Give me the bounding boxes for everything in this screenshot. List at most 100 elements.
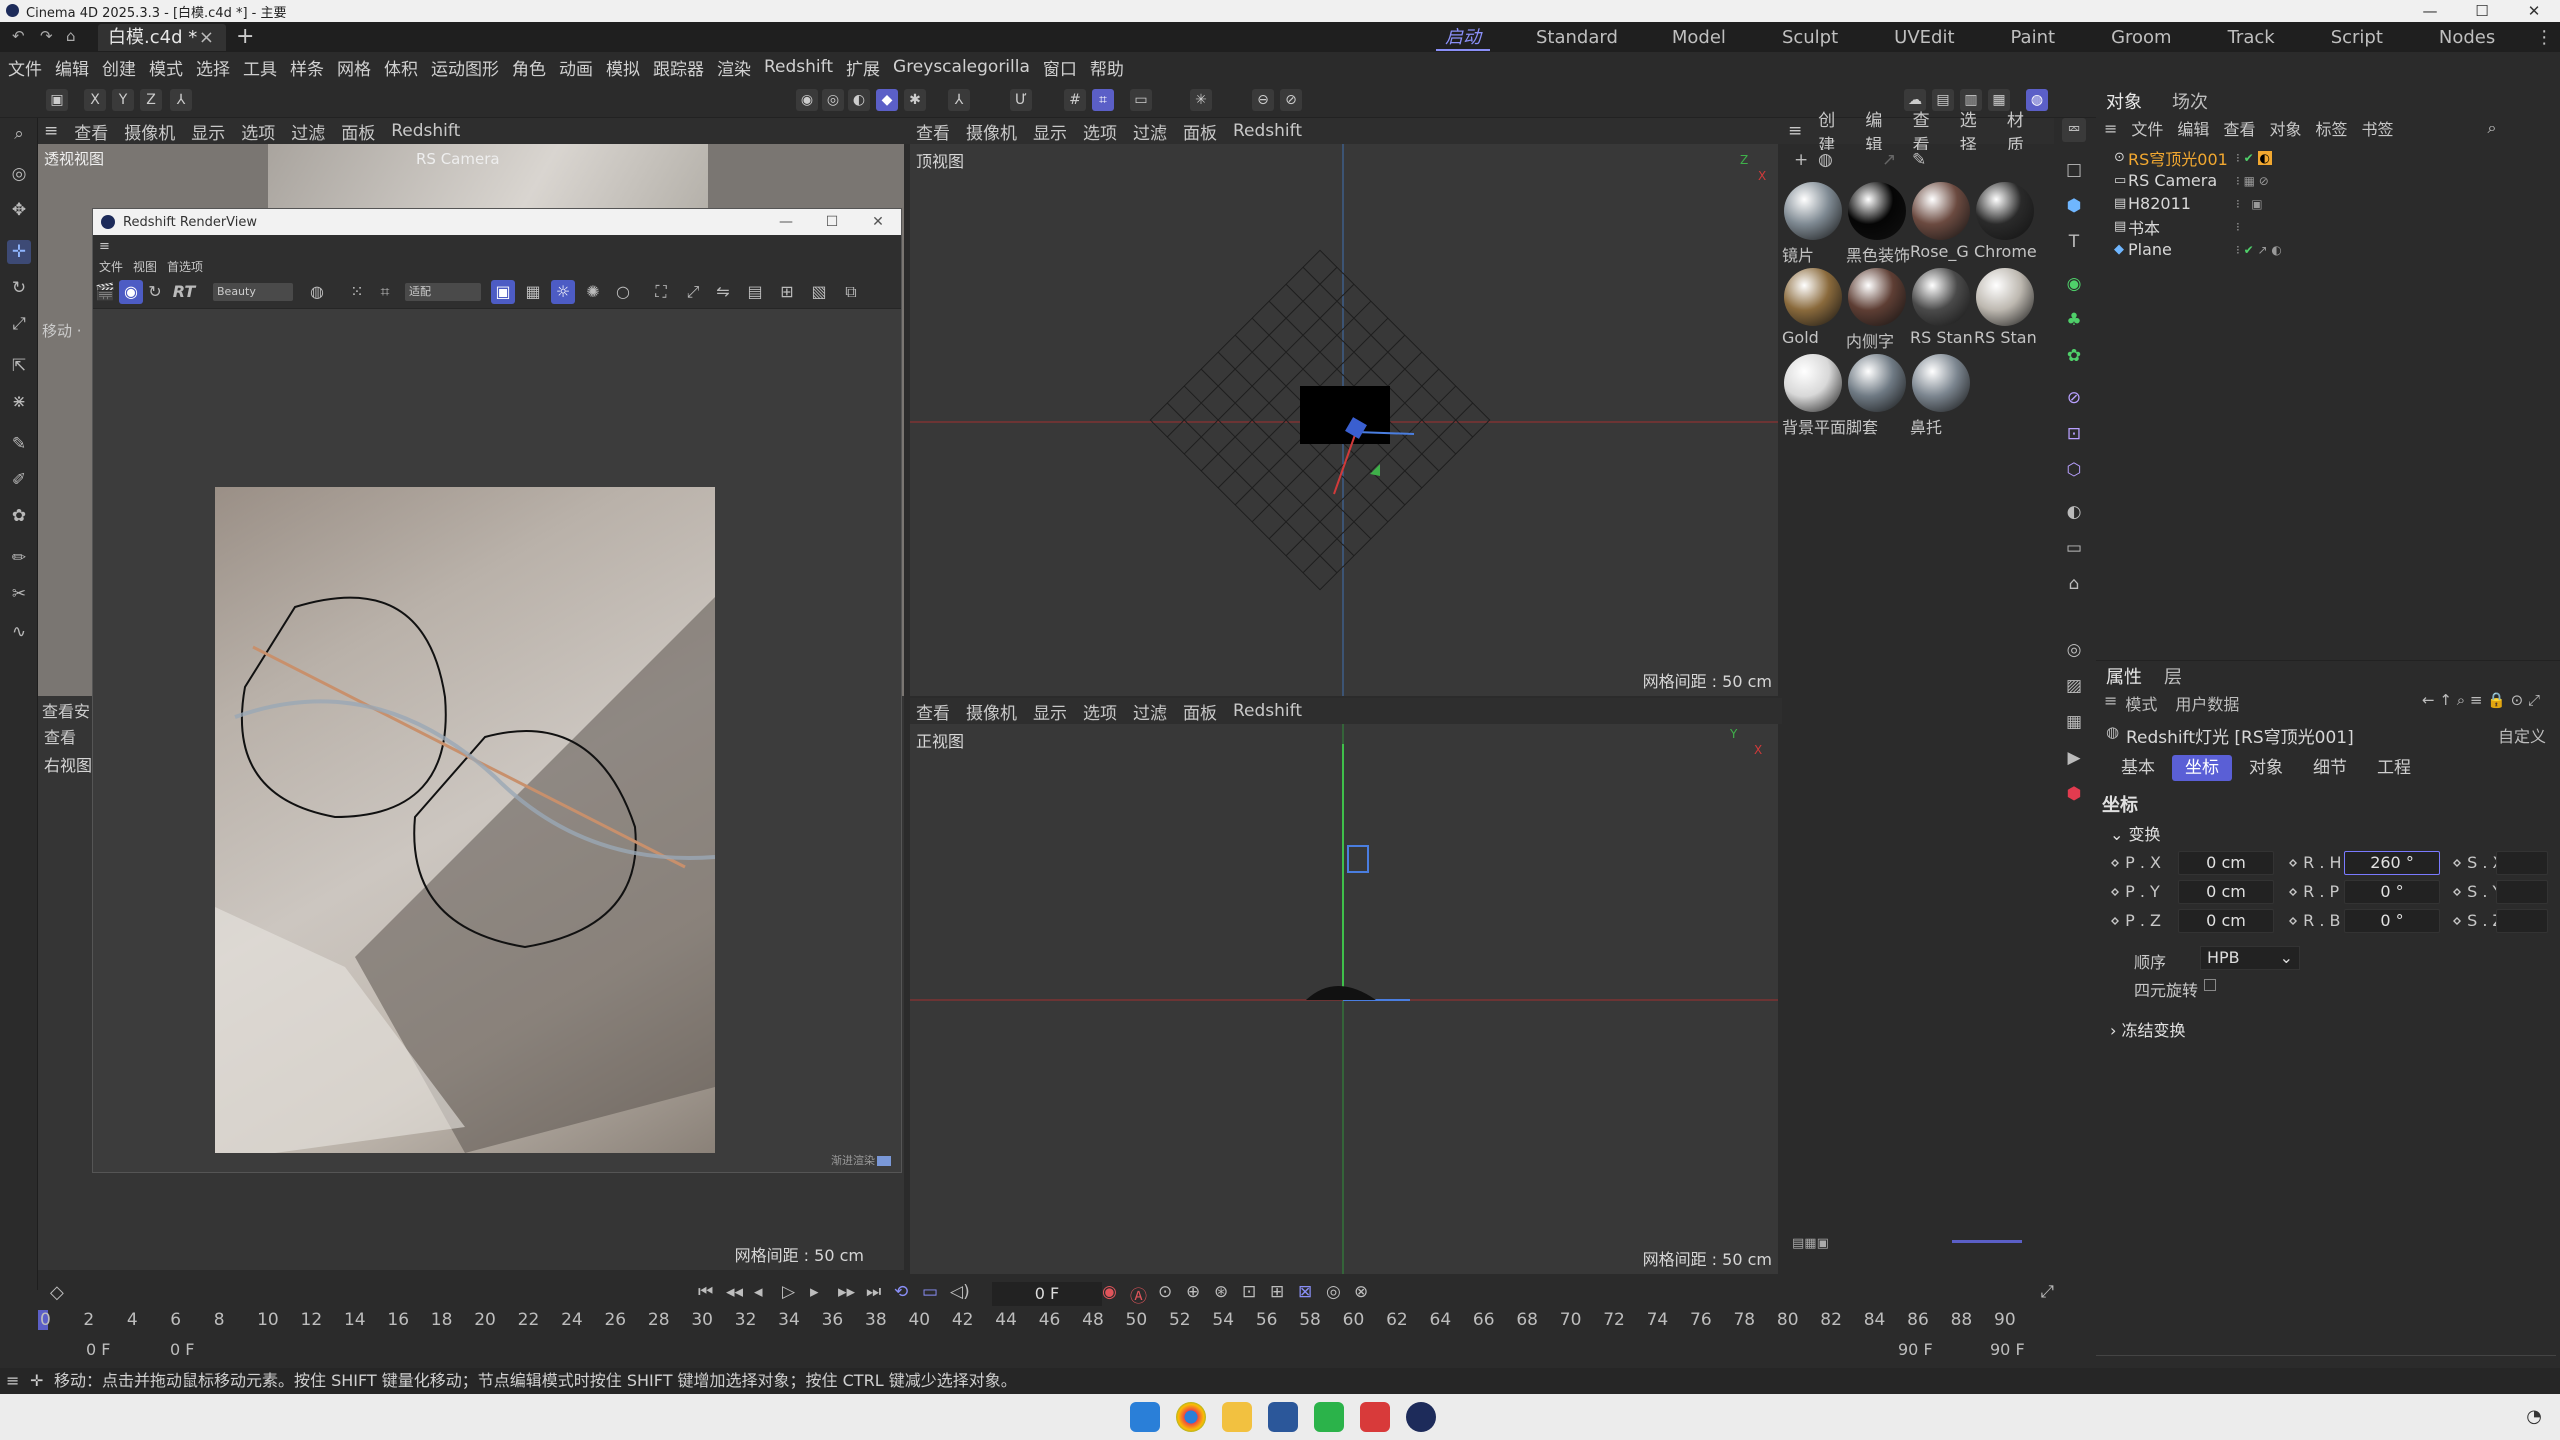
subtab-basic[interactable]: 基本: [2108, 755, 2168, 781]
search-icon[interactable]: ⌕: [7, 122, 31, 146]
rh-field[interactable]: 260 °: [2344, 851, 2440, 875]
vp-menu-filter[interactable]: 过滤: [291, 119, 325, 144]
vp-menu-view[interactable]: 查看: [74, 119, 108, 144]
text-icon[interactable]: T: [2062, 230, 2086, 254]
pla-key-icon[interactable]: ⊠: [1298, 1282, 1326, 1307]
timeline-preview-end-field[interactable]: 90 F: [1898, 1340, 1933, 1359]
om-hamburger-icon[interactable]: ≡: [2104, 119, 2117, 138]
menu-file[interactable]: 文件: [8, 55, 42, 80]
workplane-icon[interactable]: ⌗: [1092, 89, 1114, 111]
visibility-dots-icon[interactable]: ⁝ ▣: [2236, 197, 2263, 211]
top-vp-menu-filter[interactable]: 过滤: [1133, 119, 1167, 144]
autokey-icon[interactable]: Ⓐ: [1130, 1282, 1158, 1307]
material-swatch[interactable]: 黑色装饰: [1846, 182, 1910, 265]
top-vp-menu-camera[interactable]: 摄像机: [966, 119, 1017, 144]
status-menu-icon[interactable]: ≡: [6, 1368, 19, 1394]
front-vp-menu-filter[interactable]: 过滤: [1133, 699, 1167, 724]
menu-animate[interactable]: 动画: [559, 55, 593, 80]
material-swatch[interactable]: 脚套: [1846, 354, 1910, 437]
py-field[interactable]: 0 cm: [2178, 880, 2274, 904]
front-vp-menu-options[interactable]: 选项: [1083, 699, 1117, 724]
sound-icon[interactable]: ◁): [950, 1282, 978, 1302]
menu-mode[interactable]: 模式: [149, 55, 183, 80]
menu-simulate[interactable]: 模拟: [606, 55, 640, 80]
subtab-details[interactable]: 细节: [2300, 755, 2360, 781]
menu-redshift[interactable]: Redshift: [764, 57, 833, 77]
material-swatch[interactable]: Gold: [1782, 268, 1846, 350]
play-icon[interactable]: ▶: [2062, 746, 2086, 770]
magnet-icon[interactable]: Ư: [1010, 89, 1032, 111]
rot-key-icon[interactable]: ⊛: [1214, 1282, 1242, 1307]
points-mode-icon[interactable]: ◉: [796, 89, 818, 111]
copy-icon[interactable]: ⧉: [839, 280, 863, 304]
model-mode-icon[interactable]: ◆: [876, 89, 898, 111]
more-icon[interactable]: ⋮: [2535, 27, 2553, 48]
tab-layers[interactable]: 层: [2164, 663, 2182, 689]
quaternion-checkbox[interactable]: [2204, 979, 2216, 991]
top-vp-menu-options[interactable]: 选项: [1083, 119, 1117, 144]
sculpt-obj-icon[interactable]: ◎: [2062, 638, 2086, 662]
grid-icon[interactable]: #: [1064, 89, 1086, 111]
am-menu-mode[interactable]: 模式: [2125, 691, 2157, 715]
material-swatch[interactable]: 镜片: [1782, 182, 1846, 265]
exposure-icon[interactable]: ✺: [581, 280, 605, 304]
menu-render[interactable]: 渲染: [717, 55, 751, 80]
menu-spline[interactable]: 样条: [290, 55, 324, 80]
maximize-button[interactable]: ☐: [2456, 0, 2508, 22]
material-swatch[interactable]: 背景平面: [1782, 354, 1846, 437]
om-menu-bookmarks[interactable]: 书签: [2361, 116, 2393, 140]
edges-mode-icon[interactable]: ◎: [822, 89, 844, 111]
axis-tool-icon[interactable]: ⇱: [7, 354, 31, 378]
top-vp-menu-redshift[interactable]: Redshift: [1233, 121, 1302, 141]
word-icon[interactable]: [1268, 1402, 1298, 1432]
axis-y-button[interactable]: Y: [112, 89, 134, 111]
live-select-icon[interactable]: ◎: [7, 162, 31, 186]
object-row[interactable]: ⊙ RS穹顶光001 ⁝ ✔ ◐: [2096, 146, 2560, 169]
record-icon[interactable]: ◉: [1102, 1282, 1130, 1307]
brush-tool-icon[interactable]: ✐: [7, 468, 31, 492]
light-obj-icon[interactable]: ⌂: [2062, 572, 2086, 596]
renderview-titlebar[interactable]: Redshift RenderView — ☐ ✕: [93, 209, 901, 235]
polygons-mode-icon[interactable]: ◐: [848, 89, 870, 111]
sun-icon[interactable]: ☼: [551, 280, 575, 304]
refresh-icon[interactable]: ↻: [143, 280, 167, 304]
material-swatch[interactable]: Rose_G: [1910, 182, 1974, 264]
sz-field[interactable]: [2496, 909, 2548, 933]
pen-tool-icon[interactable]: ✎: [7, 432, 31, 456]
paint-tool-icon[interactable]: ✏: [7, 546, 31, 570]
scale-key-icon[interactable]: ⊡: [1242, 1282, 1270, 1307]
front-vp-menu-redshift[interactable]: Redshift: [1233, 701, 1302, 721]
front-vp-menu-view[interactable]: 查看: [916, 699, 950, 724]
front-viewport[interactable]: 正视图 Y X 网格间距 : 50 cm: [910, 724, 1778, 1274]
pos-key-icon[interactable]: ⊕: [1186, 1282, 1214, 1307]
menu-character[interactable]: 角色: [512, 55, 546, 80]
menu-tools[interactable]: 工具: [243, 55, 277, 80]
redshift-icon[interactable]: ⬢: [2062, 782, 2086, 806]
om-menu-edit[interactable]: 编辑: [2177, 116, 2209, 140]
mat-menu-view[interactable]: 查看: [1913, 106, 1944, 156]
spline-tool-icon[interactable]: ∿: [7, 620, 31, 644]
object-row[interactable]: ▭ RS Camera ⁝ ▦ ⊘: [2096, 169, 2560, 192]
next-frame-icon[interactable]: ▸: [810, 1282, 838, 1302]
rp-field[interactable]: 0 °: [2344, 880, 2440, 904]
layout-tab-paint[interactable]: Paint: [2011, 27, 2056, 48]
cloner-icon[interactable]: ♣: [2062, 308, 2086, 332]
timeline-preview-start-field[interactable]: 0 F: [170, 1340, 194, 1359]
mat-menu-edit[interactable]: 编辑: [1865, 106, 1896, 156]
display-icon[interactable]: ◍: [305, 280, 329, 304]
rotate-tool-icon[interactable]: ↻: [7, 276, 31, 300]
om-search-icon[interactable]: ⌕: [2488, 118, 2497, 138]
material-hamburger-icon[interactable]: ≡: [1788, 121, 1802, 141]
material-swatch[interactable]: 内侧字: [1846, 268, 1910, 351]
capcut-icon[interactable]: [1360, 1402, 1390, 1432]
om-menu-file[interactable]: 文件: [2131, 116, 2163, 140]
generator-icon[interactable]: ◉: [2062, 272, 2086, 296]
rt-toggle[interactable]: RT: [169, 280, 199, 304]
mat-menu-create[interactable]: 创建: [1818, 106, 1849, 156]
visibility-dots-icon[interactable]: ⁝ ✔ ↗ ◐: [2236, 243, 2282, 257]
layout-tab-groom[interactable]: Groom: [2111, 27, 2172, 48]
dots-grid-icon[interactable]: ⁙: [345, 280, 369, 304]
menu-help[interactable]: 帮助: [1090, 55, 1124, 80]
snap-tool-icon[interactable]: ⋇: [7, 390, 31, 414]
keyframe-icon[interactable]: ◇: [50, 1282, 64, 1303]
